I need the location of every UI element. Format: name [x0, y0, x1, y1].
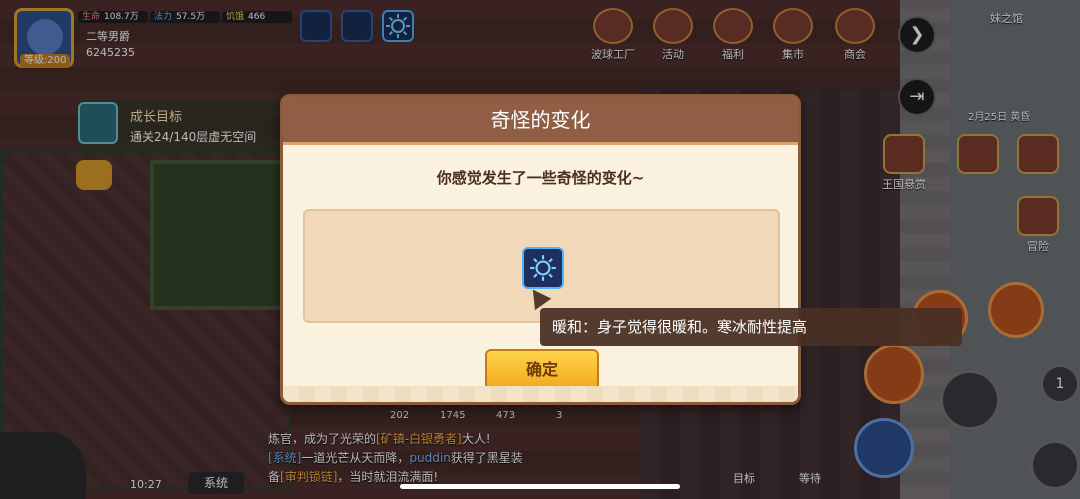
home-indicator[interactable]	[400, 484, 680, 489]
effect-box	[303, 209, 780, 323]
effect-tooltip: 暖和：身子觉得很暖和。寒冰耐性提高	[540, 308, 962, 346]
dialog-message: 你感觉发生了一些奇怪的变化~	[436, 169, 645, 187]
dialog-title: 奇怪的变化	[283, 97, 798, 145]
strange-change-dialog: 奇怪的变化 你感觉发生了一些奇怪的变化~ 确定	[280, 94, 801, 405]
warm-buff-slot[interactable]	[522, 247, 564, 289]
dialog-footer-pattern	[283, 386, 798, 402]
sun-icon	[530, 255, 556, 281]
confirm-button[interactable]: 确定	[485, 349, 599, 391]
